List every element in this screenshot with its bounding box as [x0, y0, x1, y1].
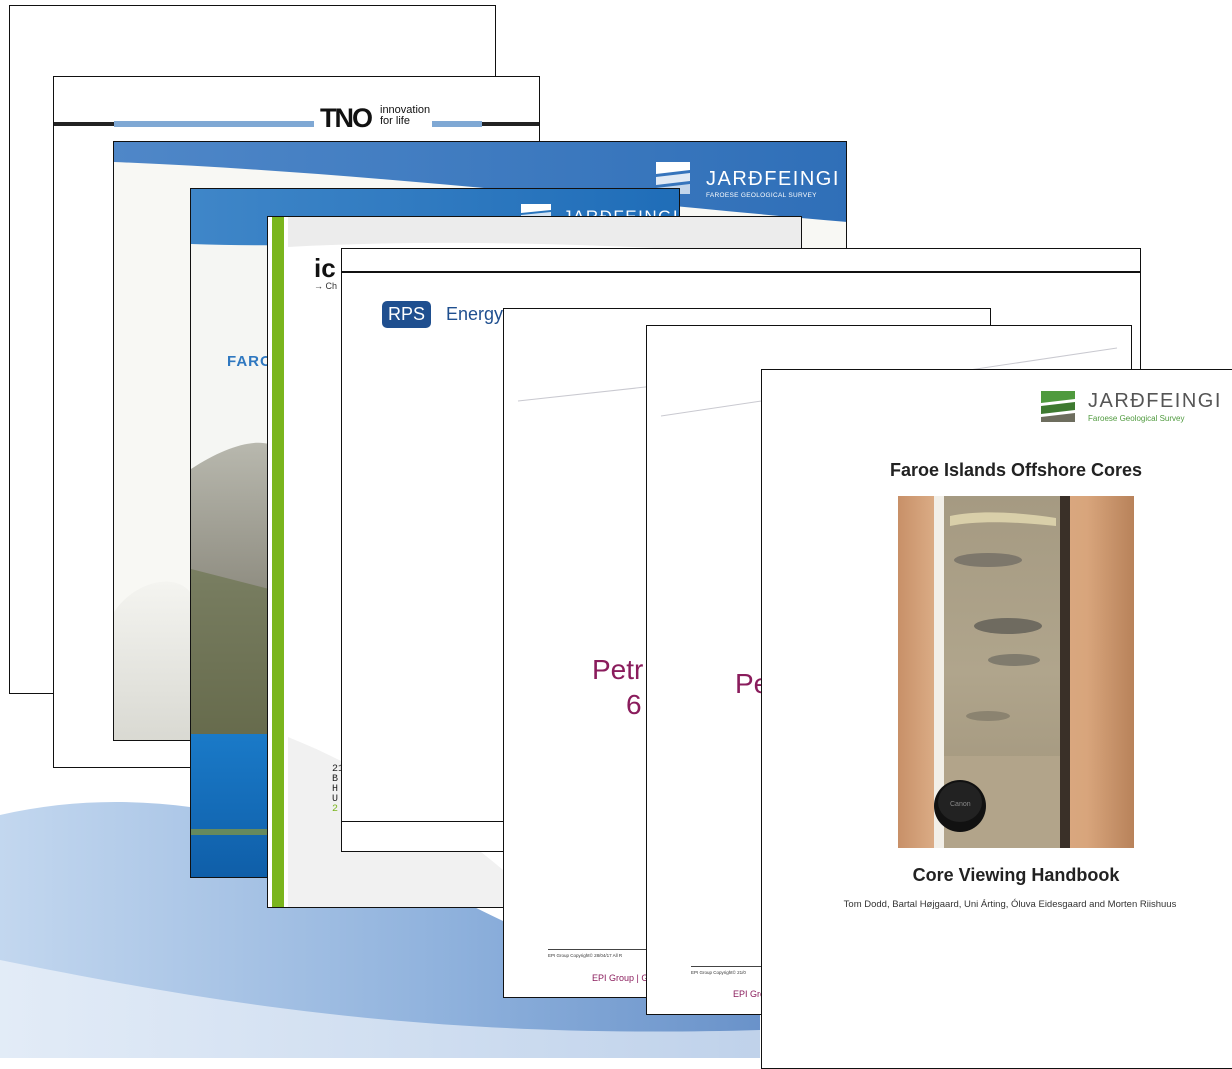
- green-sidebar-stripe: [272, 217, 284, 907]
- jardfeingi-name: JARÐFEINGI: [1088, 390, 1222, 412]
- rps-logo-box: RPS: [382, 301, 432, 328]
- handbook-subtitle: Core Viewing Handbook: [912, 865, 1120, 885]
- jardfeingi-name: JARÐFEINGI: [706, 168, 840, 190]
- header-rule: [342, 271, 1140, 273]
- report-title-line-2: 6: [626, 689, 642, 720]
- authors-list: Tom Dodd, Bartal Højgaard, Uni Árting, Ó…: [843, 899, 1177, 910]
- core-sample-photo: Canon: [898, 496, 1134, 848]
- tno-tagline: innovation for life: [380, 105, 430, 127]
- header-rule-accent-right: [432, 121, 482, 127]
- lens-cap-text: Canon: [950, 801, 971, 808]
- chevron-logo-partial: ic: [314, 253, 336, 283]
- jardfeingi-logo-icon: [1041, 391, 1075, 422]
- tno-logo: TNO: [320, 103, 373, 133]
- report-title-line-1: Petr: [592, 654, 644, 685]
- document-page-core-handbook: JARÐFEINGI Faroese Geological Survey Far…: [761, 369, 1232, 1069]
- copyright-text: EPI Group Copyright© 28/04/17 All R: [548, 953, 623, 958]
- handbook-title: Faroe Islands Offshore Cores: [889, 460, 1143, 480]
- header-rule: [54, 122, 114, 126]
- header-rule-right: [482, 122, 539, 126]
- rps-logo-word: Energy: [446, 304, 504, 324]
- epi-footer: EPI Group | G: [592, 973, 649, 983]
- header-rule-accent: [114, 121, 314, 127]
- copyright-text: EPI Group Copyright© 21/0: [691, 970, 746, 975]
- jardfeingi-subtitle: FAROESE GEOLOGICAL SURVEY: [706, 192, 817, 199]
- jardfeingi-subtitle: Faroese Geological Survey: [1088, 414, 1185, 423]
- chevron-tagline-partial: → Ch: [314, 281, 338, 291]
- tagline-line-2: for life: [380, 115, 410, 127]
